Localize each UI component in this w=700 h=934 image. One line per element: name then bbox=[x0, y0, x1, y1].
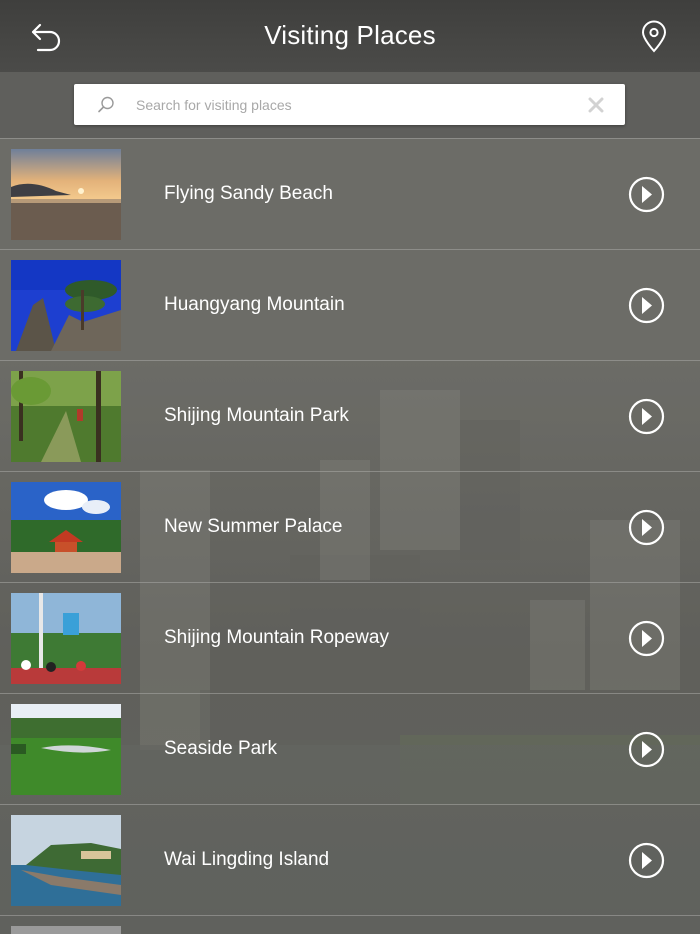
chevron-right-circle-icon[interactable] bbox=[628, 398, 665, 435]
list-item[interactable]: Shijing Mountain Ropeway bbox=[0, 582, 700, 693]
list-item[interactable]: Seaside Park bbox=[0, 693, 700, 804]
thumbnail-ropeway bbox=[11, 593, 121, 684]
app-header: Visiting Places bbox=[0, 0, 700, 72]
chevron-right-circle-icon[interactable] bbox=[628, 620, 665, 657]
list-item[interactable]: Huangyang Mountain bbox=[0, 249, 700, 360]
place-name: Shijing Mountain Park bbox=[164, 405, 349, 426]
search-input[interactable] bbox=[136, 92, 576, 118]
list-item[interactable]: Flying Sandy Beach bbox=[0, 138, 700, 249]
page-title: Visiting Places bbox=[264, 20, 436, 50]
thumbnail-beach-sunset bbox=[11, 149, 121, 240]
list-item-partial[interactable] bbox=[0, 915, 700, 934]
thumbnail-island-coast bbox=[11, 815, 121, 906]
search-icon bbox=[96, 95, 116, 115]
thumbnail-mountain-pine bbox=[11, 260, 121, 351]
place-name: New Summer Palace bbox=[164, 516, 343, 537]
chevron-right-circle-icon[interactable] bbox=[628, 842, 665, 879]
chevron-right-circle-icon[interactable] bbox=[628, 731, 665, 768]
chevron-right-circle-icon[interactable] bbox=[628, 509, 665, 546]
place-name: Shijing Mountain Ropeway bbox=[164, 627, 389, 648]
search-box[interactable] bbox=[74, 84, 625, 125]
list-item[interactable]: New Summer Palace bbox=[0, 471, 700, 582]
thumbnail-lawn-park bbox=[11, 704, 121, 795]
thumbnail-forest-park bbox=[11, 371, 121, 462]
place-name: Flying Sandy Beach bbox=[164, 183, 333, 204]
thumbnail-palace bbox=[11, 482, 121, 573]
places-list: Flying Sandy Beach Huangyang Mountain Sh… bbox=[0, 138, 700, 934]
search-bar bbox=[0, 72, 700, 138]
chevron-right-circle-icon[interactable] bbox=[628, 176, 665, 213]
list-item[interactable]: Wai Lingding Island bbox=[0, 804, 700, 915]
place-name: Huangyang Mountain bbox=[164, 294, 345, 315]
clear-icon[interactable] bbox=[588, 97, 604, 113]
place-name: Seaside Park bbox=[164, 738, 278, 759]
place-name: Wai Lingding Island bbox=[164, 849, 330, 870]
chevron-right-circle-icon[interactable] bbox=[628, 287, 665, 324]
map-pin-icon[interactable] bbox=[638, 20, 670, 54]
list-item[interactable]: Shijing Mountain Park bbox=[0, 360, 700, 471]
thumbnail-partial bbox=[11, 926, 121, 934]
